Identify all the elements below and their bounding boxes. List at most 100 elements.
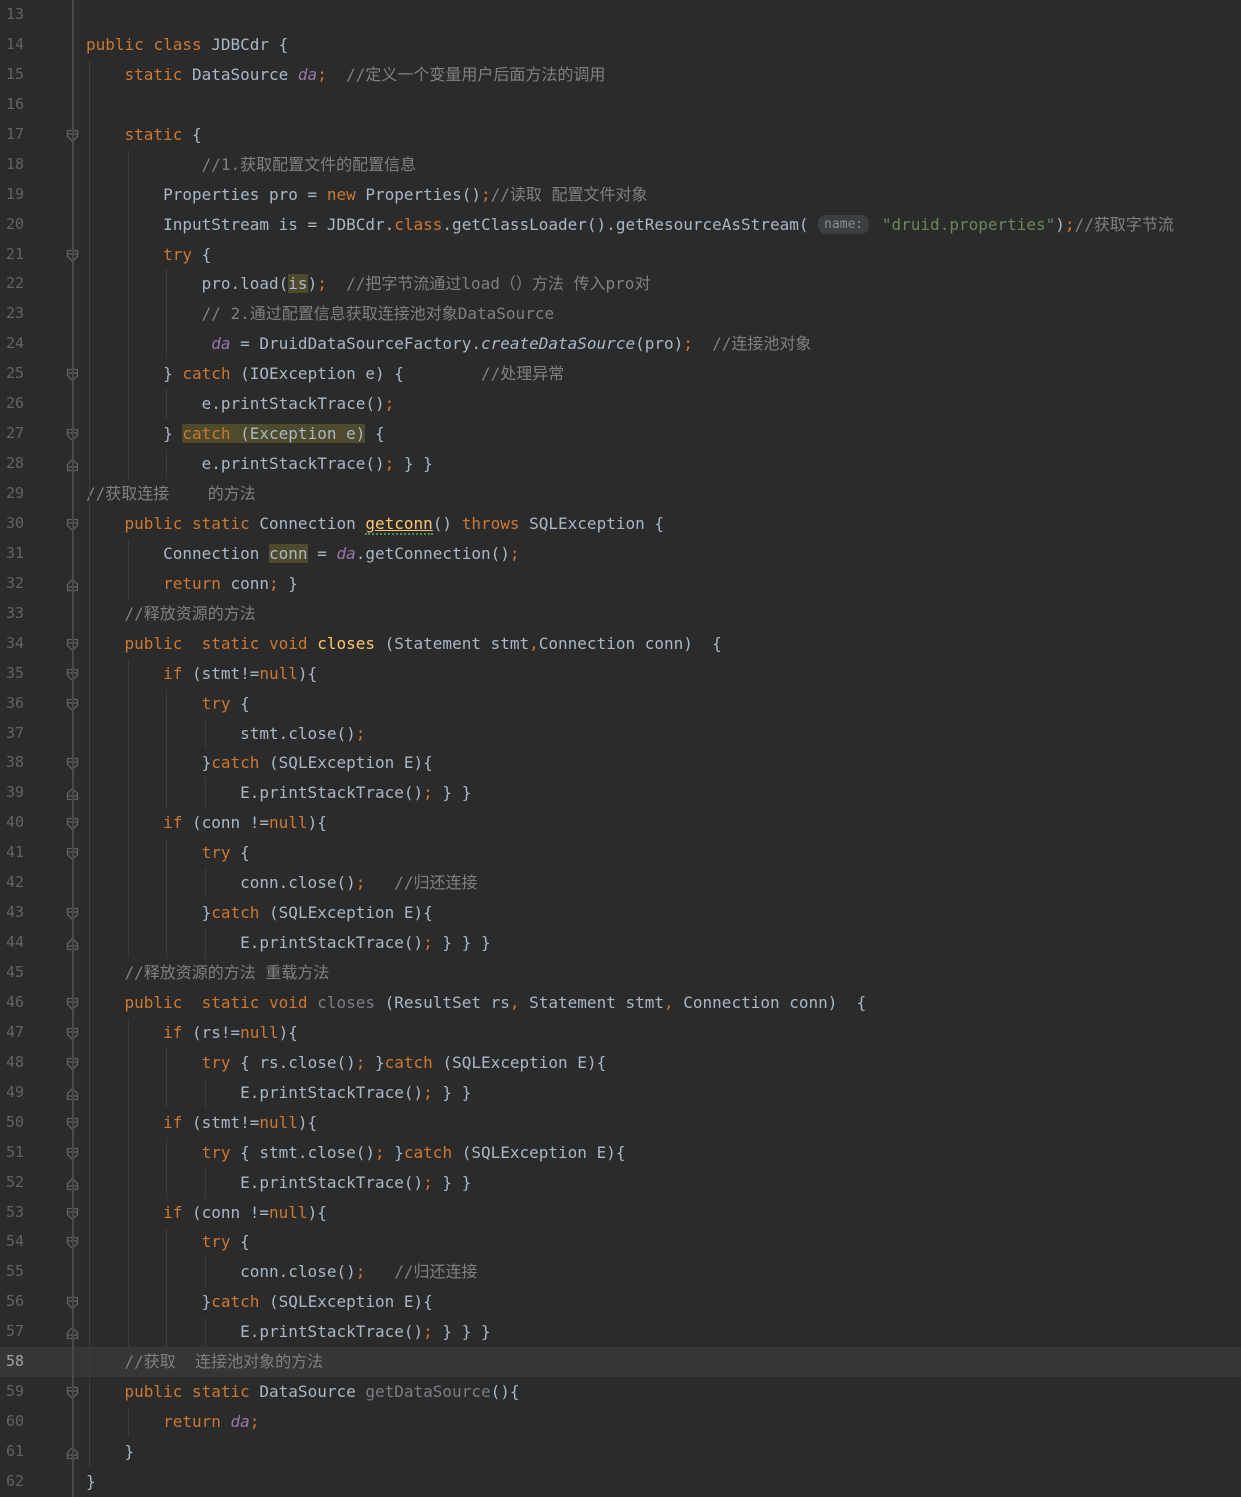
code-line[interactable]: 57 E.printStackTrace(); } } } [0, 1317, 1241, 1347]
code-line[interactable]: 35 if (stmt!=null){ [0, 659, 1241, 689]
code-line[interactable]: 44 E.printStackTrace(); } } } [0, 928, 1241, 958]
fold-region-start-icon[interactable] [66, 1146, 79, 1161]
code-line[interactable]: 26 e.printStackTrace(); [0, 389, 1241, 419]
fold-region-start-icon[interactable] [66, 1116, 79, 1131]
line-number[interactable]: 48 [6, 1048, 24, 1078]
code-line[interactable]: 33 //释放资源的方法 [0, 599, 1241, 629]
fold-region-start-icon[interactable] [66, 996, 79, 1011]
code-line[interactable]: 34 public static void closes (Statement … [0, 629, 1241, 659]
fold-region-start-icon[interactable] [66, 697, 79, 711]
code-line[interactable]: 49 E.printStackTrace(); } } [0, 1078, 1241, 1108]
fold-region-end-icon[interactable] [66, 1325, 79, 1340]
line-number[interactable]: 44 [6, 928, 24, 958]
line-number[interactable]: 14 [6, 30, 24, 60]
code-line[interactable]: 50 if (stmt!=null){ [0, 1108, 1241, 1138]
code-line[interactable]: 40 if (conn !=null){ [0, 808, 1241, 838]
line-number[interactable]: 15 [6, 60, 24, 90]
code-line[interactable]: 48 try { rs.close(); }catch (SQLExceptio… [0, 1048, 1241, 1078]
fold-region-start-icon[interactable] [66, 756, 79, 771]
line-number[interactable]: 25 [6, 359, 24, 389]
line-number[interactable]: 18 [6, 150, 24, 180]
code-line[interactable]: 51 try { stmt.close(); }catch (SQLExcept… [0, 1138, 1241, 1168]
fold-region-end-icon[interactable] [66, 457, 79, 472]
line-number[interactable]: 17 [6, 120, 24, 150]
line-number[interactable]: 22 [6, 269, 24, 299]
fold-region-start-icon[interactable] [66, 1056, 79, 1071]
fold-region-start-icon[interactable] [66, 1206, 79, 1220]
fold-region-end-icon[interactable] [66, 577, 79, 591]
fold-region-end-icon[interactable] [66, 786, 79, 801]
code-line[interactable]: 31 Connection conn = da.getConnection(); [0, 539, 1241, 569]
fold-region-start-icon[interactable] [66, 1235, 79, 1250]
line-number[interactable]: 32 [6, 569, 24, 599]
fold-region-start-icon[interactable] [66, 1385, 79, 1400]
line-number[interactable]: 19 [6, 180, 24, 210]
code-line[interactable]: 30 public static Connection getconn() th… [0, 509, 1241, 539]
line-number[interactable]: 20 [6, 210, 24, 240]
empty-code-line[interactable]: 13 [0, 0, 1241, 30]
line-number[interactable]: 30 [6, 509, 24, 539]
line-number[interactable]: 29 [6, 479, 24, 509]
line-number[interactable]: 31 [6, 539, 24, 569]
line-number[interactable]: 38 [6, 748, 24, 778]
line-number[interactable]: 21 [6, 240, 24, 270]
code-line[interactable]: 27 } catch (Exception e) { [0, 419, 1241, 449]
line-number[interactable]: 43 [6, 898, 24, 928]
line-number[interactable]: 36 [6, 689, 24, 719]
fold-region-start-icon[interactable] [66, 248, 79, 262]
code-line[interactable]: 21 try { [0, 240, 1241, 270]
line-number[interactable]: 54 [6, 1227, 24, 1257]
line-number[interactable]: 40 [6, 808, 24, 838]
code-line[interactable]: 23 // 2.通过配置信息获取连接池对象DataSource [0, 299, 1241, 329]
line-number[interactable]: 37 [6, 719, 24, 749]
code-line[interactable]: 25 } catch (IOException e) { //处理异常 [0, 359, 1241, 389]
fold-region-start-icon[interactable] [66, 1295, 79, 1310]
fold-region-start-icon[interactable] [66, 427, 79, 442]
code-line[interactable]: 32 return conn; } [0, 569, 1241, 599]
fold-region-start-icon[interactable] [66, 906, 79, 921]
line-number[interactable]: 57 [6, 1317, 24, 1347]
line-number[interactable]: 24 [6, 329, 24, 359]
code-line[interactable]: 47 if (rs!=null){ [0, 1018, 1241, 1048]
code-line[interactable]: 29 //获取连接 的方法 [0, 479, 1241, 509]
line-number[interactable]: 53 [6, 1198, 24, 1228]
code-line[interactable]: 58 //获取 连接池对象的方法 [0, 1347, 1241, 1378]
line-number[interactable]: 47 [6, 1018, 24, 1048]
fold-region-start-icon[interactable] [66, 517, 79, 532]
line-number[interactable]: 26 [6, 389, 24, 419]
line-number[interactable]: 28 [6, 449, 24, 479]
code-line[interactable]: 17 static { [0, 120, 1241, 150]
code-line[interactable]: 55 conn.close(); //归还连接 [0, 1257, 1241, 1287]
line-number[interactable]: 16 [6, 90, 24, 120]
fold-region-end-icon[interactable] [66, 1086, 79, 1100]
code-line[interactable]: 54 try { [0, 1227, 1241, 1257]
line-number[interactable]: 52 [6, 1168, 24, 1198]
code-line[interactable]: 39 E.printStackTrace(); } } [0, 778, 1241, 808]
fold-region-start-icon[interactable] [66, 1026, 79, 1041]
code-line[interactable]: 28 e.printStackTrace(); } } [0, 449, 1241, 479]
code-line[interactable]: 20 InputStream is = JDBCdr.class.getClas… [0, 210, 1241, 240]
code-line[interactable]: 22 pro.load(is); //把字节流通过load（）方法 传入pro对 [0, 269, 1241, 299]
line-number[interactable]: 41 [6, 838, 24, 868]
line-number[interactable]: 42 [6, 868, 24, 898]
fold-region-start-icon[interactable] [66, 367, 79, 382]
fold-region-start-icon[interactable] [66, 128, 79, 143]
code-line[interactable]: 41 try { [0, 838, 1241, 868]
fold-region-end-icon[interactable] [66, 1176, 79, 1190]
code-line[interactable]: 61 } [0, 1437, 1241, 1467]
code-line[interactable]: 19 Properties pro = new Properties();//读… [0, 180, 1241, 210]
line-number[interactable]: 55 [6, 1257, 24, 1287]
line-number[interactable]: 34 [6, 629, 24, 659]
line-number[interactable]: 61 [6, 1437, 24, 1467]
line-number[interactable]: 39 [6, 778, 24, 808]
line-number[interactable]: 60 [6, 1407, 24, 1437]
fold-region-end-icon[interactable] [66, 1445, 79, 1460]
line-number[interactable]: 23 [6, 299, 24, 329]
code-line[interactable]: 56 }catch (SQLException E){ [0, 1287, 1241, 1317]
code-line[interactable]: 24 da = DruidDataSourceFactory.createDat… [0, 329, 1241, 359]
code-line[interactable]: 52 E.printStackTrace(); } } [0, 1168, 1241, 1198]
line-number[interactable]: 45 [6, 958, 24, 988]
code-line[interactable]: 36 try { [0, 689, 1241, 719]
line-number[interactable]: 50 [6, 1108, 24, 1138]
code-line[interactable]: 46 public static void closes (ResultSet … [0, 988, 1241, 1018]
